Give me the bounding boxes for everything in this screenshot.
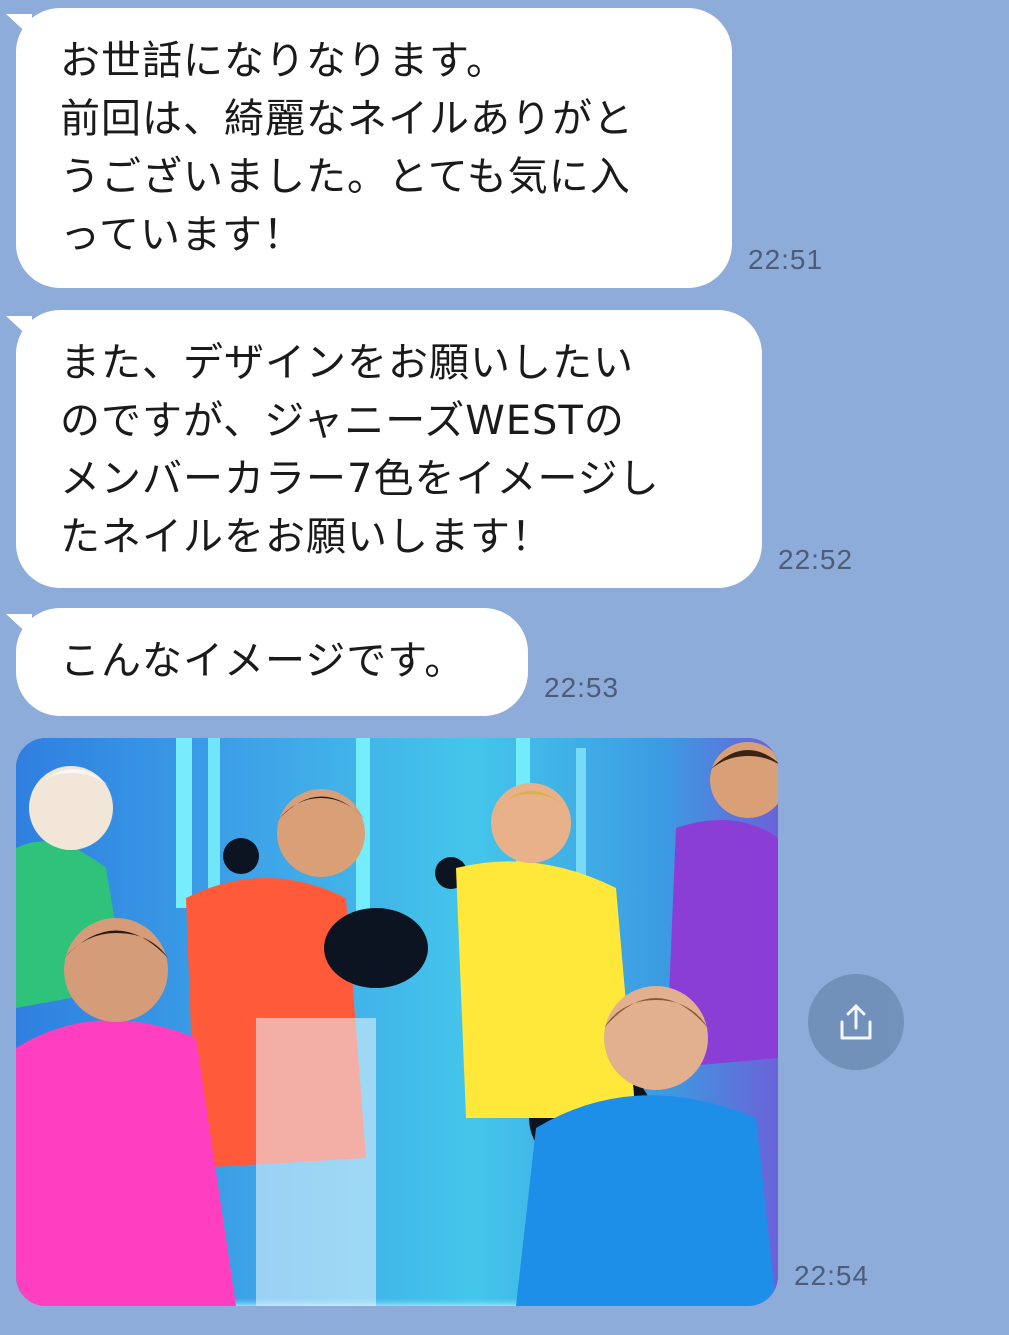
chat-view[interactable]: お世話になりなります。 前回は、綺麗なネイルありがと うございました。とても気に… (0, 0, 1009, 1335)
message-timestamp: 22:52 (778, 544, 854, 575)
share-button[interactable] (808, 974, 904, 1070)
message-timestamp: 22:53 (544, 672, 620, 703)
message-timestamp: 22:51 (748, 244, 824, 275)
message-line: メンバーカラー7色をイメージし (60, 456, 660, 502)
share-icon (840, 1004, 872, 1040)
message-bubble[interactable]: また、デザインをお願いしたい のですが、ジャニーズWESTの メンバーカラー7色… (16, 310, 762, 588)
message-line: っています！ (60, 212, 304, 258)
message-bubble[interactable]: お世話になりなります。 前回は、綺麗なネイルありがと うございました。とても気に… (16, 8, 732, 288)
message-line: うございました。とても気に入 (60, 154, 631, 200)
photo-message[interactable] (16, 738, 778, 1306)
message-line: たネイルをお願いします！ (60, 514, 552, 560)
message-line: 前回は、綺麗なネイルありがと (60, 96, 634, 142)
message-line: のですが、ジャニーズWESTの (60, 398, 625, 444)
message-bubble[interactable]: こんなイメージです。 (16, 608, 528, 716)
message-timestamp: 22:54 (794, 1260, 870, 1291)
performers-photo (16, 738, 778, 1306)
message-line: お世話になりなります。 (60, 38, 507, 84)
message-line: また、デザインをお願いしたい (60, 340, 634, 386)
message-line: こんなイメージです。 (60, 638, 466, 684)
